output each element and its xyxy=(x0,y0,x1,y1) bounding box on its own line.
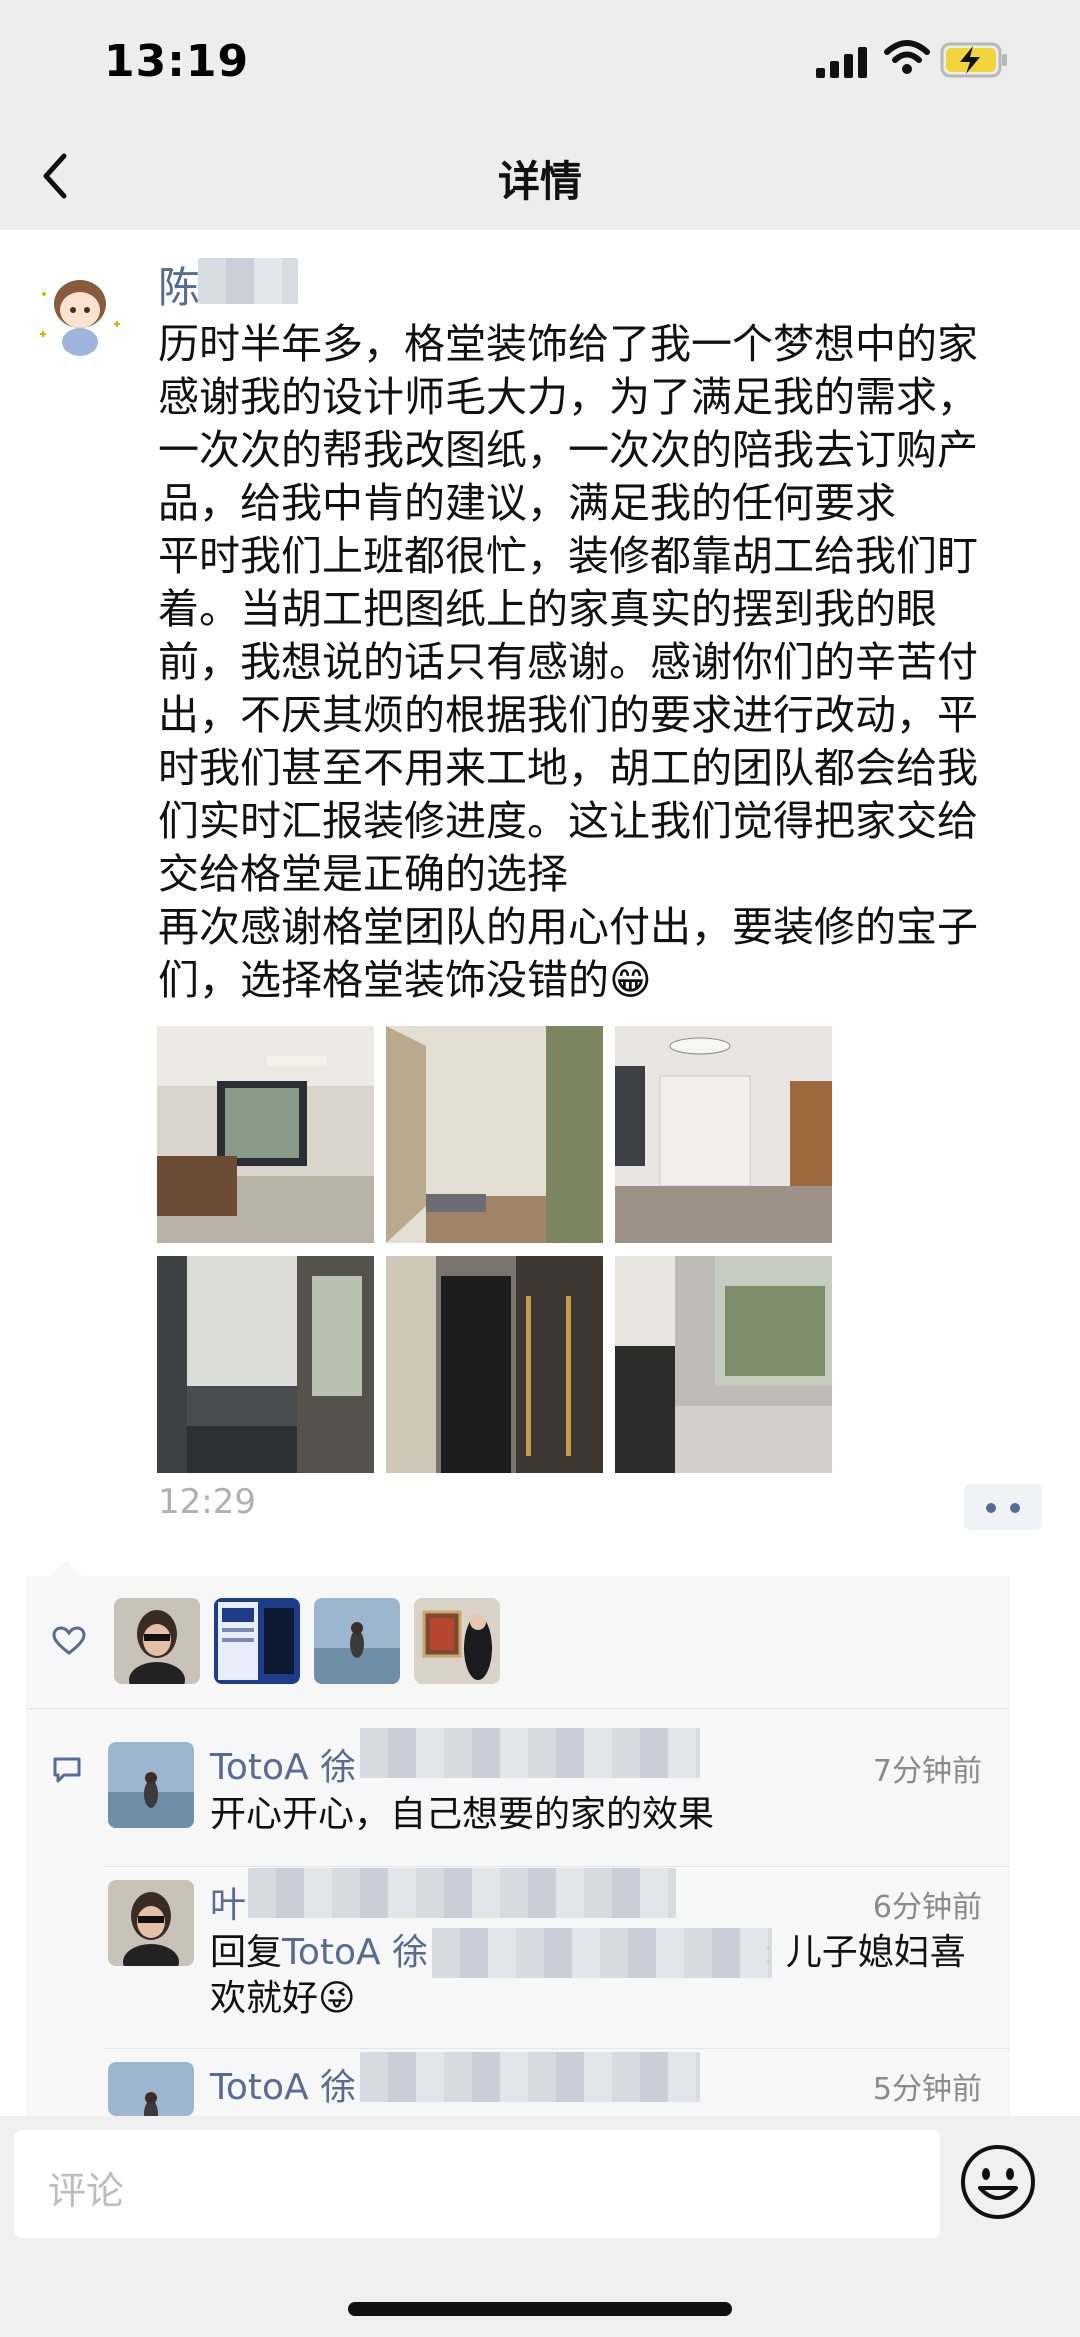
post-line: 们实时汇报装修进度。这让我们觉得把家交给 xyxy=(158,797,978,845)
photo-entry-cabinet[interactable] xyxy=(386,1256,603,1473)
post-line: 感谢我的设计师毛大力，为了满足我的需求， xyxy=(158,373,978,421)
post-line: 品，给我中肯的建议，满足我的任何要求 xyxy=(158,479,896,527)
comment-text: 开心开心，自己想要的家的效果 xyxy=(210,1794,715,1835)
panel-pointer xyxy=(50,1560,82,1576)
post-time: 12:29 xyxy=(158,1482,256,1522)
post-line: 交给格堂是正确的选择 xyxy=(158,850,568,898)
comment-input[interactable]: 评论 xyxy=(14,2130,940,2238)
like-avatar[interactable] xyxy=(414,1598,500,1684)
author-avatar[interactable] xyxy=(32,264,128,360)
reply-prefix: 回复 xyxy=(210,1932,283,1973)
commenter-name[interactable]: TotoA 徐 xyxy=(210,1738,356,1790)
like-avatar[interactable] xyxy=(314,1598,400,1684)
comment-time: 7分钟前 xyxy=(872,1754,982,1789)
wifi-icon xyxy=(884,40,930,74)
redacted-commenter-name xyxy=(360,2052,700,2102)
dot-icon xyxy=(1010,1503,1020,1513)
photo-bedroom[interactable] xyxy=(386,1026,603,1243)
comment-time: 5分钟前 xyxy=(872,2072,982,2107)
cellular-signal-icon xyxy=(816,47,867,78)
redacted-reply-target xyxy=(432,1928,772,1978)
top-bar: 13:19 详情 xyxy=(0,0,1080,230)
post-line: 时我们甚至不用来工地，胡工的团队都会给我 xyxy=(158,744,978,792)
photo-study-desk[interactable] xyxy=(157,1256,374,1473)
author-name[interactable]: 陈 xyxy=(158,254,200,315)
more-actions-button[interactable] xyxy=(964,1484,1042,1530)
post-line: 着。当胡工把图纸上的家真实的摆到我的眼 xyxy=(158,585,937,633)
post-line: 们，选择格堂装饰没错的😁 xyxy=(158,956,652,1004)
commenter-name[interactable]: TotoA 徐 xyxy=(210,2058,356,2110)
commenter-avatar[interactable] xyxy=(108,1880,194,1966)
post-line: 再次感谢格堂团队的用心付出，要装修的宝子 xyxy=(158,903,978,951)
emoji-icon[interactable] xyxy=(958,2142,1038,2222)
comment-divider xyxy=(104,2048,1010,2049)
reply-text-continued: 欢就好😜 xyxy=(210,1978,356,2019)
redacted-commenter-name xyxy=(360,1728,700,1778)
post-line: 一次次的帮我改图纸，一次次的陪我去订购产 xyxy=(158,426,978,474)
post-line: 出，不厌其烦的根据我们的要求进行改动，平 xyxy=(158,691,978,739)
redacted-commenter-name xyxy=(248,1868,676,1918)
post-line: 前，我想说的话只有感谢。感谢你们的辛苦付 xyxy=(158,638,978,686)
photo-living-room[interactable] xyxy=(157,1026,374,1243)
heart-icon xyxy=(52,1626,86,1655)
post-line: 历时半年多，格堂装饰给了我一个梦想中的家 xyxy=(158,320,978,368)
post-text: 历时半年多，格堂装饰给了我一个梦想中的家 感谢我的设计师毛大力，为了满足我的需求… xyxy=(158,318,1038,1007)
panel-divider xyxy=(26,1708,1010,1709)
commenter-name[interactable]: 叶 xyxy=(210,1876,246,1928)
redacted-author-name xyxy=(198,258,298,304)
comment-time: 6分钟前 xyxy=(872,1890,982,1925)
dot-icon xyxy=(986,1503,996,1513)
battery-charging-icon xyxy=(940,42,1007,78)
page-title: 详情 xyxy=(497,157,582,206)
post-line: 平时我们上班都很忙，装修都靠胡工给我们盯 xyxy=(158,532,978,580)
photo-room-wardrobe[interactable] xyxy=(615,1026,832,1243)
comment-divider xyxy=(104,1866,1010,1867)
comment-icon xyxy=(53,1757,81,1783)
like-avatar[interactable] xyxy=(214,1598,300,1684)
commenter-avatar[interactable] xyxy=(108,2062,194,2116)
reply-text: : 儿子媳妇喜 xyxy=(762,1932,966,1973)
status-time: 13:19 xyxy=(104,36,250,87)
like-avatar[interactable] xyxy=(114,1598,200,1684)
home-indicator xyxy=(348,2302,732,2316)
commenter-avatar[interactable] xyxy=(108,1742,194,1828)
comment-input-placeholder: 评论 xyxy=(48,2169,125,2213)
photo-kitchen[interactable] xyxy=(615,1256,832,1473)
reply-target-name[interactable]: TotoA 徐 xyxy=(282,1932,428,1973)
